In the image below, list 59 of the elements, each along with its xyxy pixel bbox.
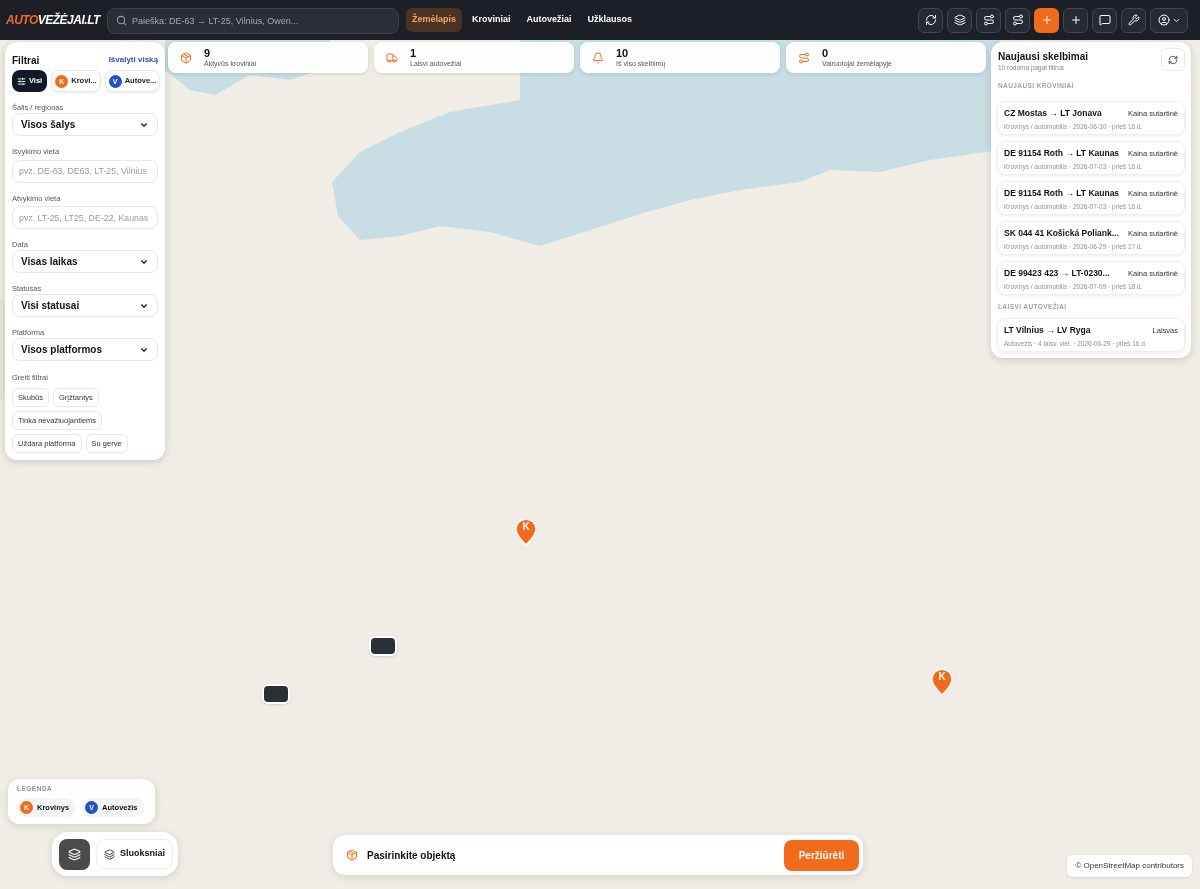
refresh-icon: [1168, 54, 1178, 65]
route-button[interactable]: [976, 7, 1001, 33]
dropdown[interactable]: Visi statusai: [12, 294, 158, 317]
listing-route: DE 91154 Roth → LT Kaunas: [1004, 148, 1120, 159]
nav-tab[interactable]: Žemėlapis: [405, 8, 462, 32]
input-field[interactable]: pvz. LT-25, LT25, DE-22, Kaunas: [12, 206, 158, 229]
stat-value: 9: [204, 47, 212, 59]
refresh-button[interactable]: [918, 7, 943, 33]
package-icon: [346, 849, 358, 861]
listing-route: LT Vilnius → LV Ryga: [1004, 325, 1091, 336]
sliders-icon: [17, 76, 26, 86]
messages-button[interactable]: [1092, 7, 1117, 33]
nav-tab[interactable]: Autovežiai: [520, 8, 578, 32]
map-attribution: © OpenStreetMap contributors: [1067, 855, 1192, 877]
cluster-marker-icon[interactable]: [369, 636, 397, 656]
layers-icon: [104, 848, 115, 860]
listing-route: CZ Mostas → LT Jonava: [1004, 108, 1102, 119]
add-button[interactable]: [1063, 7, 1088, 33]
route-icon: [798, 51, 810, 64]
wrench-icon: [1127, 14, 1140, 26]
bell-icon: [592, 51, 604, 64]
layers-toggle-button[interactable]: [59, 838, 90, 870]
listing-route: SK 044 41 Košická Poliank...: [1004, 228, 1119, 239]
listing-route: DE 91154 Roth → LT Kaunas: [1004, 188, 1120, 199]
stat-value: 10: [616, 47, 630, 59]
search-icon: [115, 14, 127, 26]
layers-button[interactable]: [947, 7, 972, 33]
cluster-marker-icon[interactable]: [262, 684, 290, 704]
listing-route: DE 99423 423 → LT-0230...: [1004, 268, 1110, 279]
panel-title: Filtrai: [12, 53, 40, 68]
layers-button[interactable]: Sluoksniai: [96, 839, 173, 869]
route-icon: [1011, 14, 1024, 26]
logo[interactable]: AUTOVEŽĖJAI.LT: [6, 14, 100, 26]
layers-icon: [953, 14, 966, 26]
selection-prompt: Pasirinkite objektą: [367, 848, 456, 863]
route-button[interactable]: [1005, 7, 1030, 33]
truck-icon: [386, 51, 398, 64]
package-icon: [180, 51, 192, 64]
nav-tab[interactable]: Kroviniai: [465, 8, 517, 32]
stat-value: 1: [410, 47, 418, 59]
nav-tab[interactable]: Užklausos: [581, 8, 638, 32]
chat-bubble-icon: [1098, 14, 1111, 26]
dropdown[interactable]: Visas laikas: [12, 250, 158, 273]
user-icon: [1157, 14, 1170, 26]
dropdown[interactable]: Visos platformos: [12, 338, 158, 361]
stat-value: 0: [822, 47, 830, 59]
plus-icon: [1040, 14, 1053, 26]
tools-button[interactable]: [1121, 7, 1146, 33]
plus-icon: [1069, 14, 1082, 26]
add-button[interactable]: [1034, 7, 1059, 33]
route-icon: [982, 14, 995, 26]
search-field[interactable]: Paieška: DE-63 → LT-25, Vilnius, Owen...: [106, 8, 399, 34]
account-button[interactable]: [1150, 7, 1188, 33]
refresh-icon: [924, 14, 937, 26]
input-field[interactable]: pvz. DE-63, DE63, LT-25, Vilnius: [12, 159, 158, 183]
layers-icon: [68, 847, 81, 861]
panel-title: Naujausi skelbimai: [998, 51, 1089, 63]
dropdown[interactable]: Visos šalys: [12, 113, 158, 136]
clear-all-link[interactable]: Išvalyti viską: [108, 54, 158, 66]
